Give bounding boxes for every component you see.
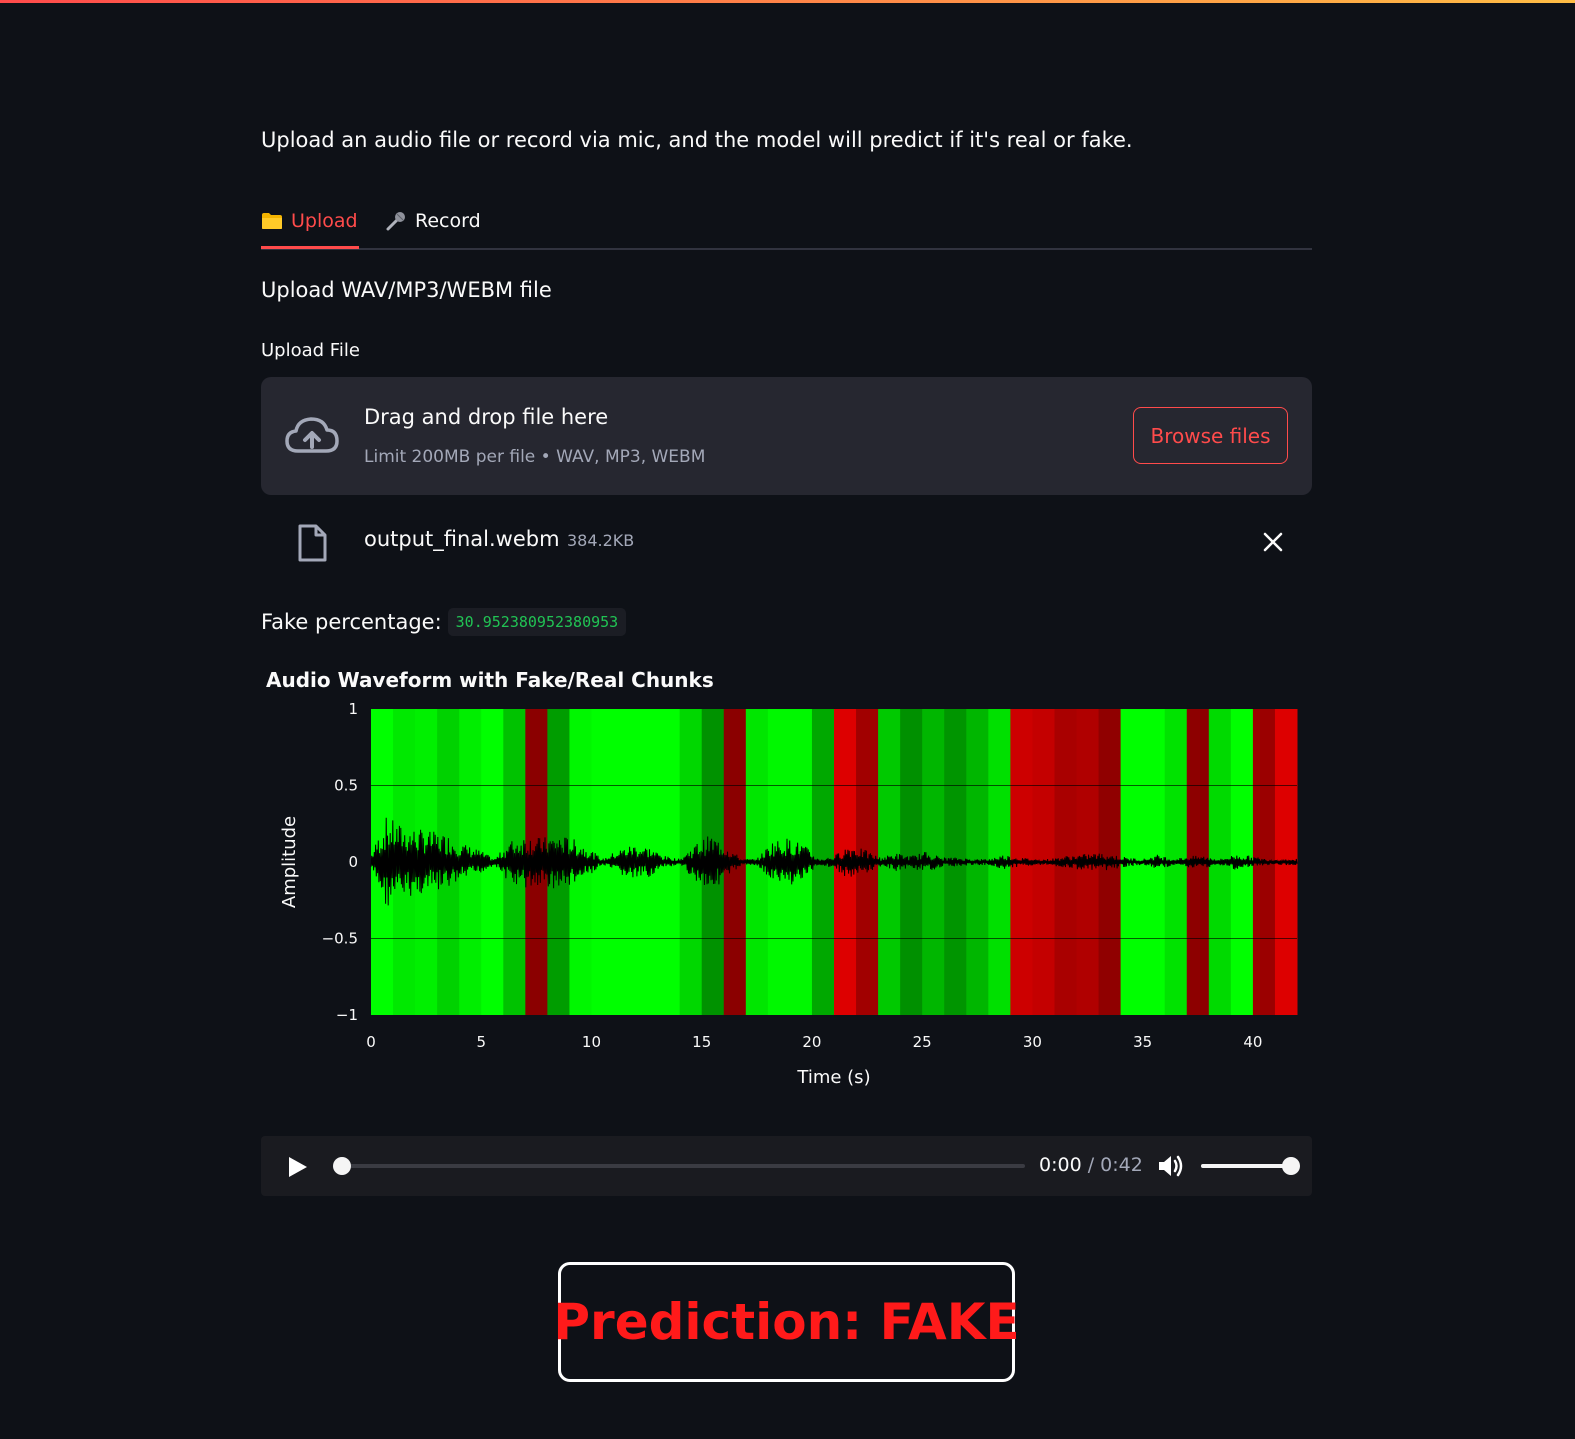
x-axis-label: Time (s) [796,1067,870,1088]
section-title: Upload WAV/MP3/WEBM file [261,278,552,302]
tab-record-label: Record [415,210,481,232]
top-decoration-bar [0,0,1575,3]
cloud-upload-icon [283,415,341,461]
volume-icon[interactable] [1157,1153,1185,1183]
fake-percentage-label: Fake percentage: [261,610,442,634]
tab-upload[interactable]: Upload [261,196,359,249]
x-tick-label: 0 [366,1033,376,1051]
duration: 0:42 [1100,1154,1143,1176]
dropzone-limit: Limit 200MB per file • WAV, MP3, WEBM [364,447,706,467]
x-tick-label: 20 [802,1033,821,1051]
uploaded-file-row: output_final.webm 384.2KB [261,520,1312,566]
tab-upload-label: Upload [291,210,358,232]
file-name: output_final.webm [364,527,560,551]
chart-title: Audio Waveform with Fake/Real Chunks [266,668,714,692]
play-icon[interactable] [287,1155,309,1183]
volume-handle[interactable] [1282,1157,1300,1175]
y-tick-label: 0 [348,853,358,871]
browse-files-button[interactable]: Browse files [1133,407,1288,464]
uploader-label: Upload File [261,340,360,361]
tab-bar: Upload Record [261,196,1312,250]
file-icon [297,524,327,566]
close-icon[interactable] [1261,530,1285,558]
x-tick-label: 10 [582,1033,601,1051]
y-tick-label: 1 [348,700,358,718]
prediction-result: Prediction: FAKE [553,1262,1020,1382]
y-tick-label: 0.5 [334,777,358,795]
dropzone-instruction: Drag and drop file here [364,405,609,429]
audio-player: 0:00 / 0:42 [261,1136,1312,1196]
microphone-icon [385,210,407,232]
folder-icon [261,212,283,230]
y-tick-label: −0.5 [322,930,358,948]
seek-slider[interactable] [333,1157,1025,1175]
file-size: 384.2KB [567,531,635,550]
playback-time: 0:00 / 0:42 [1039,1154,1143,1176]
volume-slider[interactable] [1201,1157,1300,1175]
intro-text: Upload an audio file or record via mic, … [261,128,1133,152]
fake-percentage-value: 30.952380952380953 [447,608,627,636]
file-dropzone[interactable]: Drag and drop file here Limit 200MB per … [261,377,1312,495]
seek-handle[interactable] [333,1157,351,1175]
x-tick-label: 25 [913,1033,932,1051]
x-tick-label: 5 [476,1033,486,1051]
x-tick-label: 40 [1243,1033,1262,1051]
x-tick-label: 15 [692,1033,711,1051]
fake-percentage-row: Fake percentage: 30.952380952380953 [261,608,627,636]
x-tick-label: 30 [1023,1033,1042,1051]
current-time: 0:00 [1039,1154,1082,1176]
tab-record[interactable]: Record [385,196,481,246]
waveform-chart: Audio Waveform with Fake/Real Chunks 1 0.5… [266,668,1298,1088]
y-tick-label: −1 [336,1006,358,1024]
x-tick-label: 35 [1133,1033,1152,1051]
y-axis-label: Amplitude [279,816,300,908]
time-separator: / [1087,1154,1095,1176]
